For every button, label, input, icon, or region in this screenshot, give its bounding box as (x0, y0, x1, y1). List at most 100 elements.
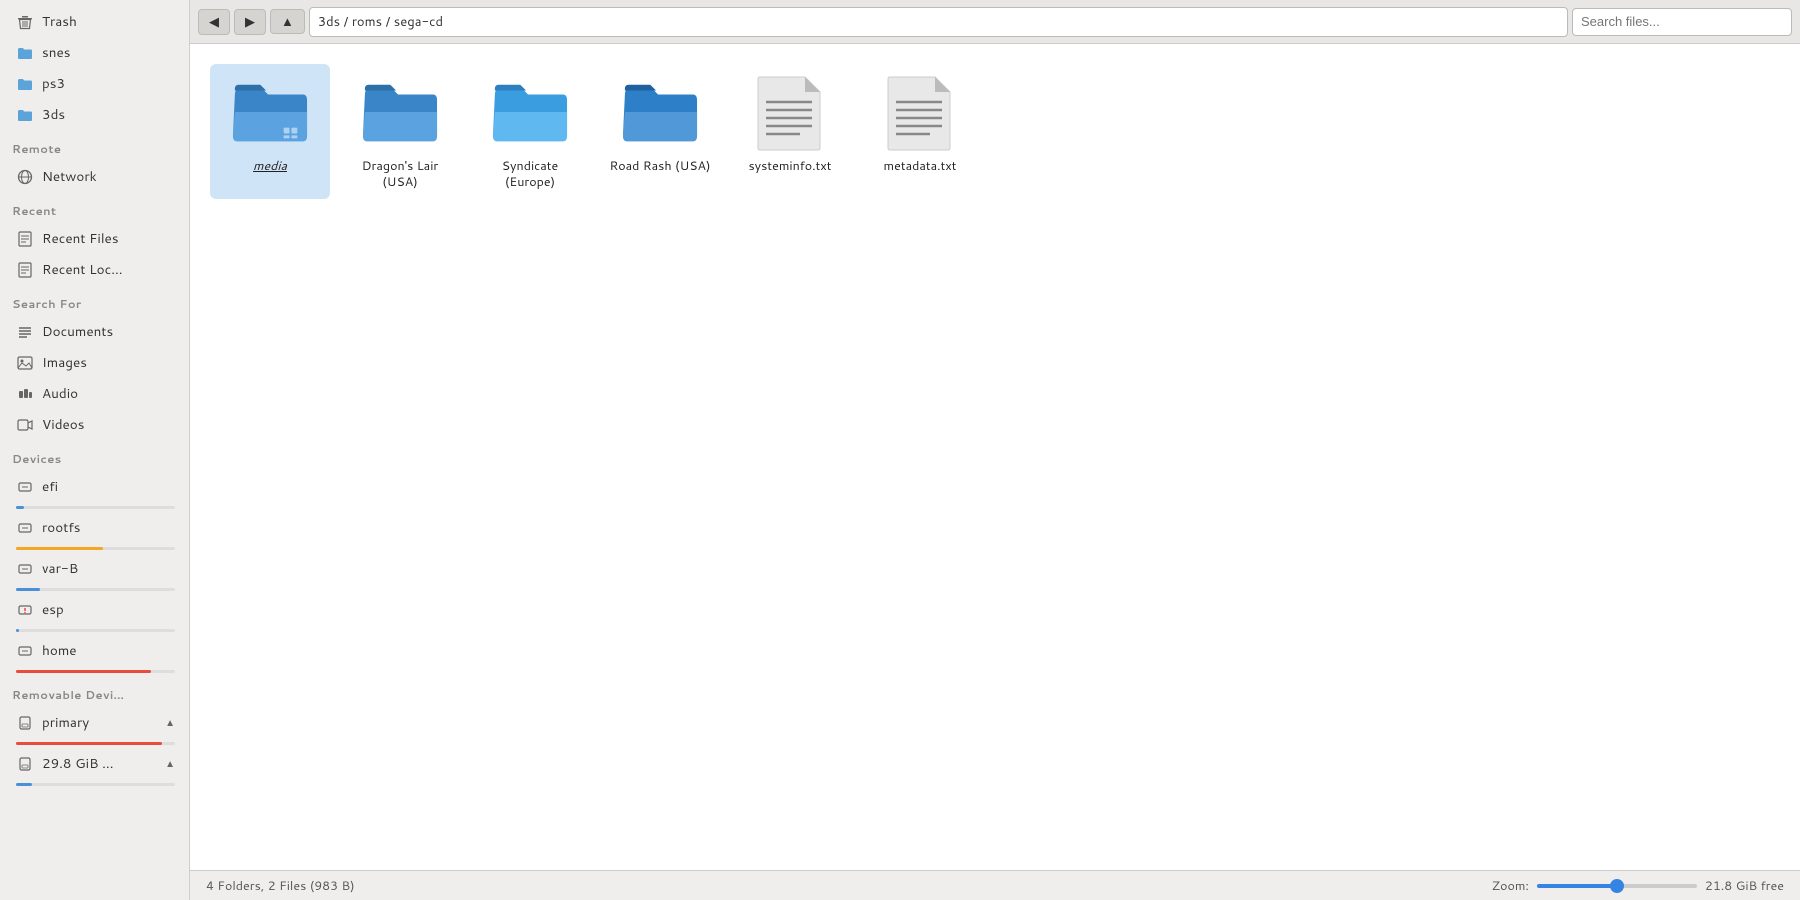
sidebar-item-recent-loc[interactable]: Recent Loc... (4, 255, 185, 284)
sidebar-item-home[interactable]: home (4, 636, 185, 675)
zoom-thumb[interactable] (1610, 879, 1624, 893)
network-icon (16, 168, 34, 186)
sidebar-item-label-snes: snes (42, 43, 70, 62)
removable-icon-primary (16, 714, 34, 732)
file-item-systeminfo[interactable]: systeminfo.txt (730, 64, 850, 199)
status-info: 4 Folders, 2 Files (983 B) (206, 877, 355, 895)
drive-icon-efi (16, 478, 34, 496)
drive-icon-alert-esp (16, 601, 34, 619)
audio-icon (16, 385, 34, 403)
file-item-road-rash[interactable]: Road Rash (USA) (600, 64, 720, 199)
sidebar-item-images[interactable]: Images (4, 348, 185, 377)
file-label-syndicate: Syndicate (Europe) (478, 158, 582, 191)
drive-icon-rootfs (16, 519, 34, 537)
sidebar-item-videos[interactable]: Videos (4, 410, 185, 439)
varb-bar-fill (16, 588, 40, 591)
removable-icon-29gb (16, 755, 34, 773)
rootfs-usage-bar (16, 547, 175, 550)
folder-icon-snes (16, 44, 34, 62)
sidebar-section-search: Search For (0, 285, 189, 316)
drive-icon-varb (16, 560, 34, 578)
status-bar: 4 Folders, 2 Files (983 B) Zoom: 21.8 Gi… (190, 870, 1800, 900)
sidebar-item-label-rootfs: rootfs (42, 518, 80, 537)
file-item-dragon-lair[interactable]: Dragon's Lair (USA) (340, 64, 460, 199)
recent-loc-icon (16, 261, 34, 279)
sidebar-item-primary[interactable]: primary ▲ (4, 708, 185, 747)
sidebar-item-efi[interactable]: efi (4, 472, 185, 511)
sidebar-item-audio[interactable]: Audio (4, 379, 185, 408)
txt-icon-systeminfo (750, 72, 830, 152)
file-label-metadata: metadata.txt (884, 158, 957, 174)
folder-icon-3ds (16, 106, 34, 124)
sidebar-item-label-images: Images (42, 353, 87, 372)
sidebar-item-label-recent-loc: Recent Loc... (42, 260, 122, 279)
file-item-syndicate[interactable]: Syndicate (Europe) (470, 64, 590, 199)
sidebar-section-removable: Removable Devi... (0, 676, 189, 707)
esp-usage-bar (16, 629, 175, 632)
drive-icon-home (16, 642, 34, 660)
file-label-systeminfo: systeminfo.txt (748, 158, 831, 174)
eject-icon-primary[interactable]: ▲ (165, 716, 175, 730)
videos-icon (16, 416, 34, 434)
breadcrumb[interactable]: 3ds / roms / sega-cd (309, 7, 1568, 37)
search-input[interactable] (1572, 8, 1792, 36)
sidebar-item-label-esp: esp (42, 600, 64, 619)
up-button[interactable]: ▲ (270, 9, 305, 34)
eject-icon-29gb[interactable]: ▲ (165, 757, 175, 771)
sidebar-section-recent: Recent (0, 192, 189, 223)
app-container: Trash snes ps3 3ds (0, 0, 1800, 900)
sidebar-item-label-home: home (42, 641, 77, 660)
sidebar-section-remote: Remote (0, 130, 189, 161)
images-icon (16, 354, 34, 372)
recent-files-icon (16, 230, 34, 248)
sidebar-item-varb[interactable]: var-B (4, 554, 185, 593)
folder-icon-media (230, 72, 310, 152)
sidebar-item-esp[interactable]: esp (4, 595, 185, 634)
folder-icon-dragon-lair (360, 72, 440, 152)
file-label-road-rash: Road Rash (USA) (609, 158, 710, 174)
sidebar-item-label-varb: var-B (42, 559, 78, 578)
toolbar: ◀ ▶ ▲ 3ds / roms / sega-cd (190, 0, 1800, 44)
esp-bar-fill (16, 629, 19, 632)
sidebar-item-rootfs[interactable]: rootfs (4, 513, 185, 552)
file-item-media[interactable]: media (210, 64, 330, 199)
29gb-usage-bar (16, 783, 175, 786)
sidebar-item-trash[interactable]: Trash (4, 7, 185, 36)
sidebar-item-documents[interactable]: Documents (4, 317, 185, 346)
home-usage-bar (16, 670, 175, 673)
sidebar-item-label-trash: Trash (42, 12, 77, 31)
txt-icon-metadata (880, 72, 960, 152)
primary-bar-fill (16, 742, 162, 745)
sidebar-item-label-ps3: ps3 (42, 74, 65, 93)
folder-icon-road-rash (620, 72, 700, 152)
documents-icon (16, 323, 34, 341)
file-label-dragon-lair: Dragon's Lair (USA) (348, 158, 452, 191)
zoom-slider[interactable] (1537, 884, 1697, 888)
sidebar: Trash snes ps3 3ds (0, 0, 190, 900)
trash-icon (16, 13, 34, 31)
efi-bar-fill (16, 506, 24, 509)
varb-usage-bar (16, 588, 175, 591)
breadcrumb-text: 3ds / roms / sega-cd (318, 13, 443, 31)
file-item-metadata[interactable]: metadata.txt (860, 64, 980, 199)
sidebar-item-29gb[interactable]: 29.8 GiB ... ▲ (4, 749, 185, 788)
folder-icon-syndicate (490, 72, 570, 152)
sidebar-item-ps3[interactable]: ps3 (4, 69, 185, 98)
primary-usage-bar (16, 742, 175, 745)
sidebar-item-label-3ds: 3ds (42, 105, 65, 124)
sidebar-item-label-recent-files: Recent Files (42, 229, 119, 248)
home-bar-fill (16, 670, 151, 673)
sidebar-item-label-efi: efi (42, 477, 58, 496)
sidebar-item-recent-files[interactable]: Recent Files (4, 224, 185, 253)
sidebar-item-network[interactable]: Network (4, 162, 185, 191)
rootfs-bar-fill (16, 547, 103, 550)
29gb-bar-fill (16, 783, 32, 786)
back-button[interactable]: ◀ (198, 9, 230, 35)
sidebar-item-label-documents: Documents (42, 322, 113, 341)
file-label-media: media (253, 158, 287, 174)
sidebar-item-snes[interactable]: snes (4, 38, 185, 67)
zoom-fill (1537, 884, 1617, 888)
sidebar-item-3ds[interactable]: 3ds (4, 100, 185, 129)
forward-button[interactable]: ▶ (234, 9, 266, 35)
sidebar-item-label-videos: Videos (42, 415, 84, 434)
